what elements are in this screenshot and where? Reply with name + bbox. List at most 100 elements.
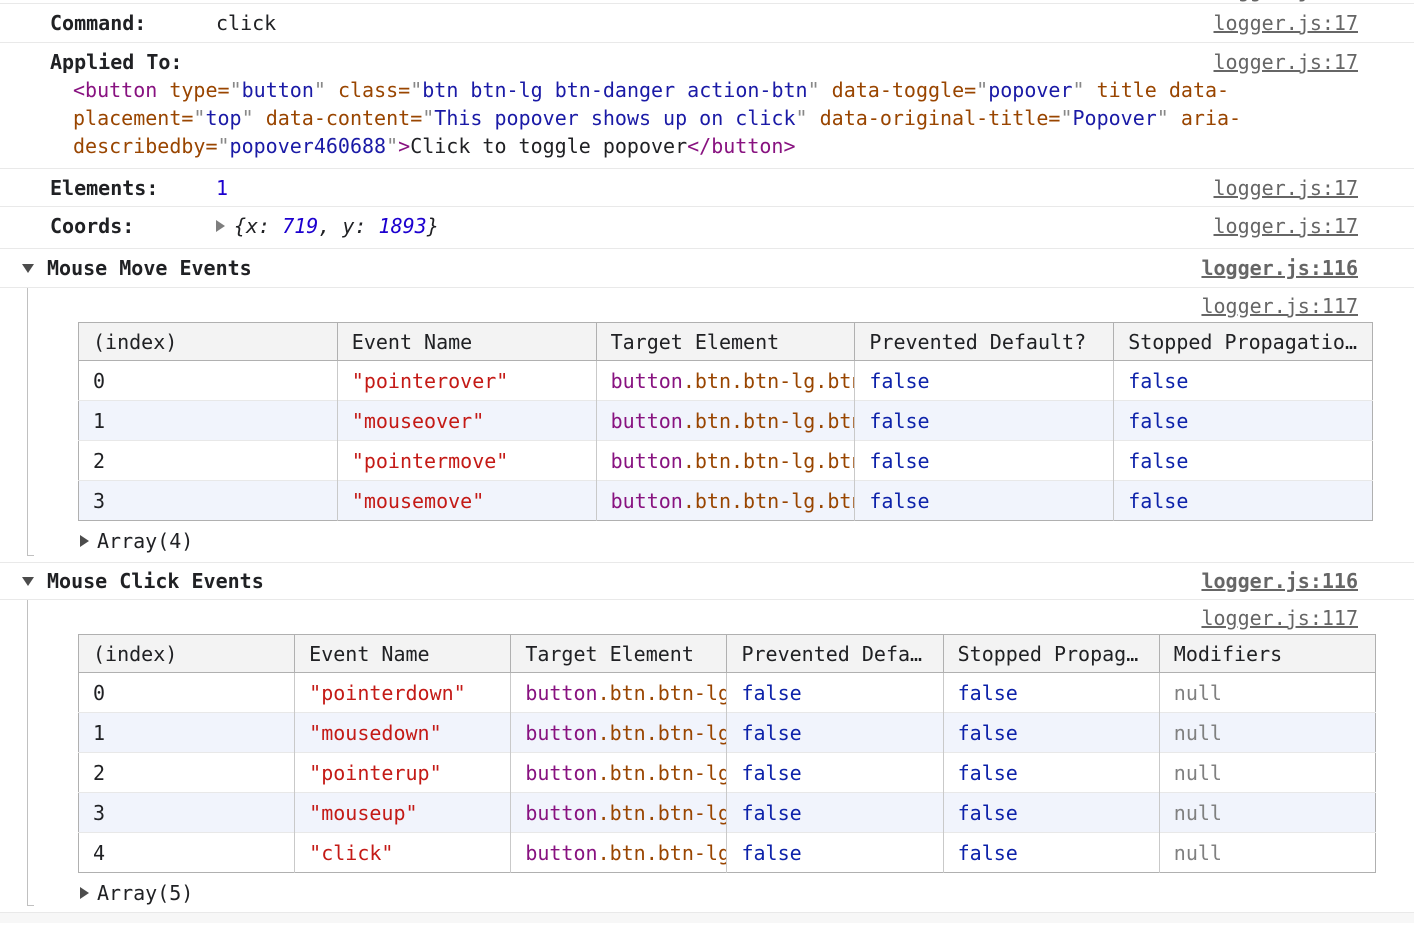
coords-object-preview[interactable]: {x: 719, y: 1893} (216, 212, 439, 240)
element-classes: .btn.btn-lg.btn-danger.action-btn (598, 801, 727, 825)
array-toggle[interactable]: Array(5) (80, 879, 1358, 907)
table-cell-element: button.btn.btn-lg.btn-danger.action-btn (596, 481, 855, 521)
element-classes: .btn.btn-lg.btn-danger.action-btn (598, 841, 727, 865)
element-tag: button (525, 681, 597, 705)
source-link[interactable]: logger.js:17 (1214, 0, 1359, 4)
table-cell-string: "mousedown" (295, 713, 511, 753)
table-cell-index: 0 (79, 361, 338, 401)
table-header-row: (index)Event NameTarget ElementPrevented… (79, 323, 1373, 361)
element-tag: button (611, 369, 683, 393)
table-cell-bool: false (727, 753, 943, 793)
table-cell-string: "pointerup" (295, 753, 511, 793)
element-tag: button (525, 801, 597, 825)
table-cell-bool: false (855, 401, 1114, 441)
table-cell-bool: false (855, 441, 1114, 481)
group-header-mouse-move-events[interactable]: Mouse Move Events logger.js:116 (0, 249, 1414, 288)
code-token (326, 78, 338, 102)
source-link[interactable]: logger.js:116 (1201, 567, 1358, 595)
table-cell-string: "mouseup" (295, 793, 511, 833)
code-token (1157, 78, 1169, 102)
console-row-coords: Coords: {x: 719, y: 1893} logger.js:17 (0, 207, 1414, 249)
table-cell-null: null (1159, 833, 1375, 873)
applied-to-label: Applied To: (50, 48, 216, 76)
table-cell-bool: false (943, 713, 1159, 753)
column-header[interactable]: (index) (79, 323, 338, 361)
group-title: Mouse Click Events (47, 567, 264, 595)
source-link[interactable]: logger.js:117 (1201, 606, 1358, 630)
table-cell-element: button.btn.btn-lg.btn-danger.action-btn (596, 361, 855, 401)
column-header[interactable]: Target Element (596, 323, 855, 361)
array-label: Array(4) (97, 527, 193, 555)
table-cell-element: button.btn.btn-lg.btn-danger.action-btn (596, 441, 855, 481)
table-cell-bool: false (1114, 441, 1373, 481)
entry-source-row: logger.js:117 (50, 604, 1358, 632)
table-cell-index: 3 (79, 793, 295, 833)
console-table-mouse-move: (index)Event NameTarget ElementPrevented… (78, 322, 1373, 521)
console-table-entry: logger.js:117 (index)Event NameTarget El… (0, 600, 1414, 912)
column-header[interactable]: Stopped Propagation? (1114, 323, 1373, 361)
column-header[interactable]: (index) (79, 635, 295, 673)
code-token (157, 78, 169, 102)
table-cell-null: null (1159, 753, 1375, 793)
table-cell-index: 4 (79, 833, 295, 873)
devtools-console: logger.js:17 Command: click logger.js:17… (0, 0, 1414, 926)
code-token: " (1157, 106, 1169, 130)
column-header[interactable]: Event Name (337, 323, 596, 361)
element-classes: .btn.btn-lg.btn-danger.action-btn (598, 721, 727, 745)
element-classes: .btn.btn-lg.btn-danger.action-btn (598, 681, 727, 705)
code-token: 719 (282, 214, 318, 238)
code-token: " (808, 78, 820, 102)
table-cell-bool: false (727, 793, 943, 833)
column-header[interactable]: Modifiers (1159, 635, 1375, 673)
table-cell-bool: false (727, 833, 943, 873)
table-cell-string: "mousemove" (337, 481, 596, 521)
table-row: 0"pointerdown"button.btn.btn-lg.btn-dang… (79, 673, 1376, 713)
code-token: placement (73, 106, 181, 130)
code-token: " (410, 78, 422, 102)
group-body-mouse-click-events: logger.js:117 (index)Event NameTarget El… (0, 600, 1414, 913)
applied-to-content: Applied To: <button type="button" class=… (50, 48, 1214, 160)
code-token (254, 106, 266, 130)
table-row: 4"click"button.btn.btn-lg.btn-danger.act… (79, 833, 1376, 873)
table-cell-bool: false (943, 793, 1159, 833)
element-classes: .btn.btn-lg.btn-danger.action-btn (598, 761, 727, 785)
table-cell-bool: false (855, 361, 1114, 401)
table-row: 1"mouseover"button.btn.btn-lg.btn-danger… (79, 401, 1373, 441)
table-cell-index: 1 (79, 713, 295, 753)
source-link[interactable]: logger.js:17 (1214, 212, 1359, 240)
column-header[interactable]: Target Element (511, 635, 727, 673)
table-cell-bool: false (1114, 361, 1373, 401)
code-token: </button> (687, 134, 795, 158)
column-header[interactable]: Prevented Default? (727, 635, 943, 673)
element-html-preview[interactable]: <button type="button" class="btn btn-lg … (50, 76, 1214, 160)
code-line: <button type="button" class="btn btn-lg … (73, 76, 1214, 104)
table-cell-string: "pointerover" (337, 361, 596, 401)
code-token: popover (988, 78, 1072, 102)
code-token: type (169, 78, 217, 102)
code-token: x (246, 214, 258, 238)
code-token (1169, 106, 1181, 130)
table-cell-null: null (1159, 713, 1375, 753)
group-header-mouse-click-events[interactable]: Mouse Click Events logger.js:116 (0, 563, 1414, 600)
column-header[interactable]: Prevented Default? (855, 323, 1114, 361)
source-link[interactable]: logger.js:116 (1201, 254, 1358, 282)
table-row: 3"mousemove"button.btn.btn-lg.btn-danger… (79, 481, 1373, 521)
code-token: , (318, 214, 342, 238)
source-link[interactable]: logger.js:117 (1201, 294, 1358, 318)
table-cell-element: button.btn.btn-lg.btn-danger.action-btn (511, 793, 727, 833)
column-header[interactable]: Event Name (295, 635, 511, 673)
source-link[interactable]: logger.js:17 (1214, 174, 1359, 202)
code-token: " (1073, 78, 1085, 102)
console-bottom-band (0, 913, 1414, 923)
code-token: " (230, 78, 242, 102)
code-token: " (242, 106, 254, 130)
code-token: y (342, 214, 354, 238)
source-link[interactable]: logger.js:17 (1214, 9, 1359, 37)
array-toggle[interactable]: Array(4) (80, 527, 1358, 555)
group-indent-line (27, 288, 28, 556)
command-label: Command: (50, 9, 216, 37)
source-link[interactable]: logger.js:17 (1214, 48, 1359, 76)
code-token: " (1060, 106, 1072, 130)
code-token: describedby (73, 134, 205, 158)
column-header[interactable]: Stopped Propagation? (943, 635, 1159, 673)
